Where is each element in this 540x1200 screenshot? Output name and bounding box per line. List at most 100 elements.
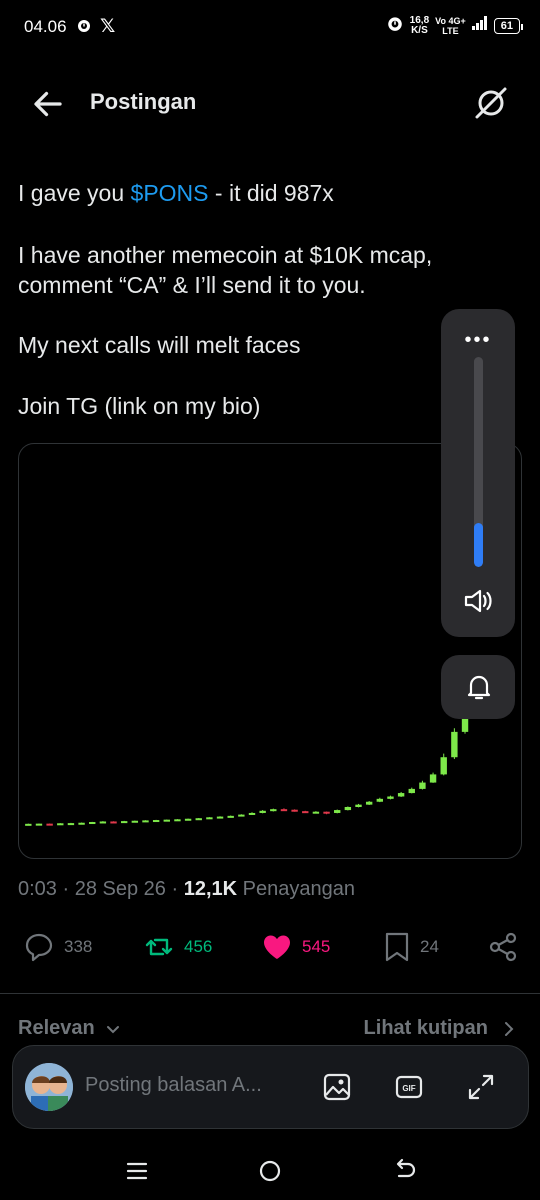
reply-count: 338 xyxy=(64,937,93,956)
candle xyxy=(35,823,43,826)
network-speed-value: 16,8 xyxy=(409,14,430,26)
reply-icon xyxy=(25,933,53,962)
candle xyxy=(206,817,213,820)
top-bar: Postingan xyxy=(0,72,540,132)
candle xyxy=(323,811,330,815)
status-right: 16,8 K/S Vo 4G+ LTE 61 xyxy=(386,14,524,37)
network-type-top: Vo 4G+ xyxy=(435,15,466,26)
candle xyxy=(291,809,298,812)
view-quotes-link[interactable]: Lihat kutipan xyxy=(364,1017,516,1040)
home-button[interactable] xyxy=(255,1156,285,1186)
candle-body xyxy=(291,809,298,812)
status-bar: 04.06 𝕏 16,8 K/S Vo 4G+ LTE 61 xyxy=(0,0,540,56)
volume-panel: ••• xyxy=(441,309,515,637)
bookmark-icon xyxy=(385,932,409,962)
candle-body xyxy=(312,811,320,814)
candle-body xyxy=(334,810,341,813)
repost-button[interactable]: 456 xyxy=(142,930,212,964)
bell-icon[interactable] xyxy=(463,670,495,702)
bookmark-count: 24 xyxy=(420,937,439,956)
candle xyxy=(195,818,202,821)
candle xyxy=(387,795,394,800)
like-button[interactable]: 545 xyxy=(260,930,330,964)
candle xyxy=(365,801,373,806)
chevron-right-icon xyxy=(505,1021,514,1036)
candle xyxy=(110,821,117,824)
speaker-icon[interactable] xyxy=(461,584,495,618)
candle xyxy=(67,822,75,826)
candle xyxy=(280,808,288,812)
candle xyxy=(184,818,192,821)
post-date: 28 Sep 26 xyxy=(74,878,166,900)
candle-body xyxy=(280,809,288,812)
recents-button[interactable] xyxy=(122,1156,152,1186)
back-button[interactable] xyxy=(30,86,66,122)
post-meta: 0:03 · 28 Sep 26 · 12,1K Penayangan xyxy=(18,878,355,901)
candle-body xyxy=(259,810,266,813)
candle-body xyxy=(57,823,64,826)
candle-body xyxy=(131,820,139,823)
back-nav-button[interactable] xyxy=(390,1156,420,1186)
candle xyxy=(355,803,362,808)
post-text-line-4: My next calls will melt faces xyxy=(18,332,301,358)
volume-slider[interactable] xyxy=(474,357,483,567)
candle xyxy=(344,806,352,811)
candle-body xyxy=(142,820,149,823)
repost-count: 456 xyxy=(184,937,213,956)
meta-separator: · xyxy=(165,878,184,900)
gif-icon[interactable]: GIF xyxy=(392,1070,426,1104)
candle-body xyxy=(397,793,405,797)
grok-button[interactable] xyxy=(472,84,510,122)
cashtag-link[interactable]: $PONS xyxy=(131,180,209,206)
candle xyxy=(131,820,139,823)
image-icon[interactable] xyxy=(320,1070,354,1104)
status-time: 04.06 xyxy=(24,17,67,36)
candle-body xyxy=(99,821,107,824)
candle-body xyxy=(89,822,96,825)
post-time: 0:03 xyxy=(18,878,57,900)
candle-body xyxy=(376,798,384,802)
candle-body xyxy=(174,819,181,822)
candle-body xyxy=(344,806,352,811)
post-text-line-1: I gave you $PONS - it did 987x xyxy=(18,180,334,207)
chevron-down-icon xyxy=(106,1025,119,1033)
expand-icon[interactable] xyxy=(464,1070,498,1104)
alarm-icon xyxy=(386,14,404,37)
avatar xyxy=(25,1063,73,1111)
candle xyxy=(227,815,234,818)
candle xyxy=(419,780,426,790)
post-text-line-2: I have another memecoin at $10K mcap, xyxy=(18,242,433,268)
share-button[interactable] xyxy=(486,930,520,964)
sort-dropdown[interactable]: Relevan xyxy=(18,1017,121,1040)
candle-body xyxy=(451,731,458,758)
view-quotes-label: Lihat kutipan xyxy=(363,1017,488,1039)
post-text-line-5: Join TG (link on my bio) xyxy=(18,393,261,419)
bookmark-button[interactable]: 24 xyxy=(382,930,439,964)
candle xyxy=(163,819,170,822)
candle-body xyxy=(227,815,234,818)
candle-body xyxy=(152,820,160,823)
arrow-left-icon xyxy=(34,91,62,117)
reply-composer: Posting balasan A... GIF xyxy=(12,1045,529,1129)
post-text-pre: I gave you xyxy=(18,180,131,206)
candle xyxy=(440,753,447,776)
battery-icon: 61 xyxy=(493,17,524,34)
candle xyxy=(408,787,415,794)
candle-body xyxy=(248,812,256,815)
repost-icon xyxy=(145,938,173,956)
candle xyxy=(376,797,384,803)
more-options-button[interactable]: ••• xyxy=(441,329,515,352)
system-nav-bar xyxy=(0,1140,540,1200)
reply-button[interactable]: 338 xyxy=(22,930,92,964)
candle xyxy=(259,810,266,814)
share-icon xyxy=(489,932,517,962)
candle-body xyxy=(365,801,373,805)
volume-level xyxy=(474,522,483,567)
x-logo-icon: 𝕏 xyxy=(100,16,116,37)
heart-icon xyxy=(264,935,290,959)
candle-body xyxy=(323,811,330,814)
svg-text:GIF: GIF xyxy=(402,1084,415,1093)
post-text-post: - it did 987x xyxy=(208,180,334,206)
circle-icon xyxy=(259,1160,281,1182)
reply-input[interactable]: Posting balasan A... xyxy=(85,1074,295,1097)
